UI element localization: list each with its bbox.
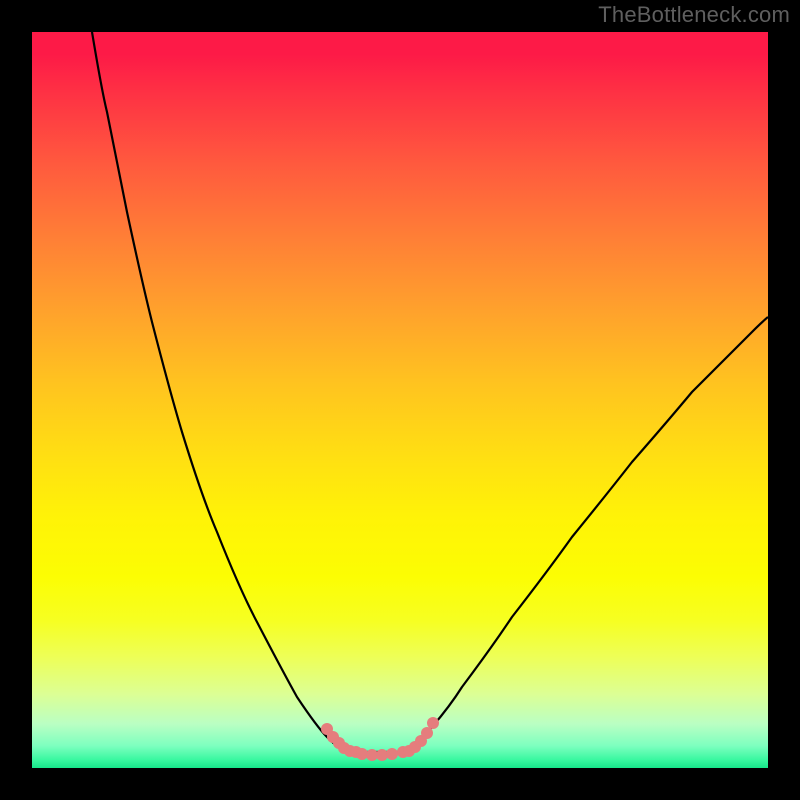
plot-area	[32, 32, 768, 768]
chart-frame: TheBottleneck.com	[0, 0, 800, 800]
marker-group-left	[321, 723, 362, 758]
right-curve	[410, 317, 768, 752]
marker-group-right	[397, 717, 439, 758]
left-curve	[92, 32, 348, 752]
marker-group-bottom	[356, 748, 398, 761]
curves-svg	[32, 32, 768, 768]
watermark-text: TheBottleneck.com	[598, 2, 790, 28]
